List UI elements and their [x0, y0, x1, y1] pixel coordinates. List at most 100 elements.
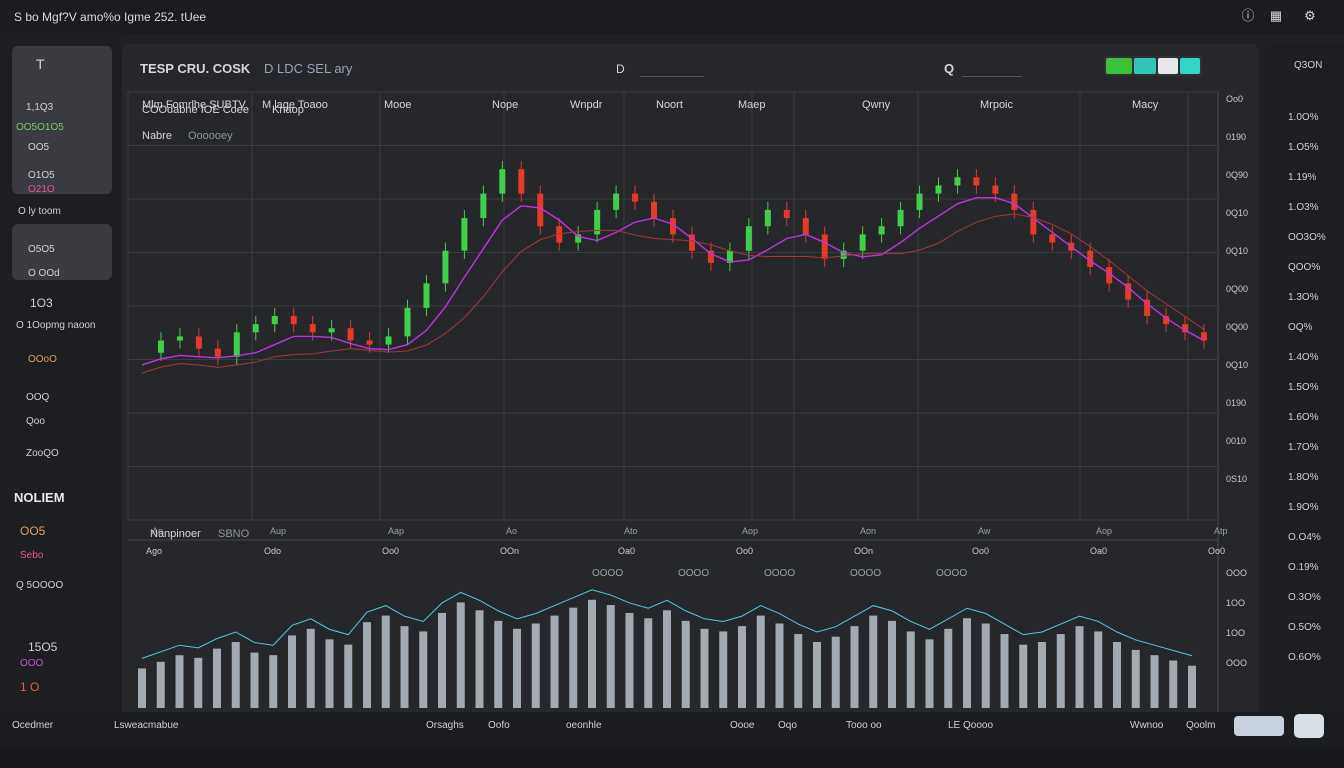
- right-list-item[interactable]: 1.19%: [1288, 172, 1316, 183]
- x-tick-label: Aap: [388, 526, 404, 536]
- right-list-item[interactable]: 1.O3%: [1288, 202, 1319, 213]
- right-list-item[interactable]: O.19%: [1288, 562, 1319, 573]
- list-item[interactable]: 15O5: [28, 640, 57, 654]
- column-header: Qwny: [862, 99, 891, 111]
- right-list-item[interactable]: 1.9O%: [1288, 502, 1319, 513]
- volume-bar: [1056, 634, 1065, 708]
- right-list-item[interactable]: O.O4%: [1288, 532, 1321, 543]
- candle-body: [821, 234, 828, 259]
- status-item: LE Qoooo: [948, 720, 994, 731]
- candle-body: [1011, 193, 1018, 210]
- right-list-item[interactable]: 1.5O%: [1288, 382, 1319, 393]
- indicator-label: Nanpinoer: [150, 528, 201, 540]
- right-list-item[interactable]: OQ%: [1288, 322, 1312, 333]
- y-tick-label: 0Q90: [1226, 170, 1248, 180]
- card-item: O OOd: [28, 268, 60, 279]
- toggle-cyan[interactable]: [1180, 58, 1200, 74]
- column-header: Noort: [656, 99, 683, 111]
- right-list-item[interactable]: O.3O%: [1288, 592, 1321, 603]
- list-item[interactable]: O 1Oopmg naoon: [16, 320, 96, 331]
- list-item[interactable]: ZooQO: [26, 448, 59, 459]
- volume-bar: [588, 599, 596, 708]
- candle-body: [783, 209, 790, 219]
- card-item: O21O: [28, 184, 55, 195]
- list-item[interactable]: 1 O: [20, 680, 39, 694]
- volume-bar: [775, 623, 784, 708]
- watchlist-card[interactable]: T 1,1Q3 OO5O1O5 OO5 O1O5 O21O: [12, 46, 112, 195]
- right-header: Q3ON: [1294, 60, 1323, 71]
- search-icon[interactable]: Q: [944, 61, 954, 76]
- volume-bar: [475, 610, 484, 708]
- price-chart[interactable]: Mlm Fomrlhe SUBTV M lage Toaoo Mooe Nope Wnp…: [122, 88, 1258, 744]
- right-list-item[interactable]: 1.4O%: [1288, 352, 1319, 363]
- status-item: Oofo: [488, 720, 510, 731]
- x-tick-label: Aop: [742, 526, 758, 536]
- candle-body: [651, 201, 658, 219]
- info-icon[interactable]: ⓘ: [1240, 8, 1256, 24]
- list-item[interactable]: Q 5OOOO: [16, 580, 63, 591]
- toolbar-toggles[interactable]: [1104, 56, 1202, 76]
- list-item[interactable]: OOQ: [26, 392, 49, 403]
- volume-bar: [888, 620, 896, 708]
- list-item[interactable]: OO5: [20, 524, 45, 538]
- status-item: Qoolm: [1186, 720, 1216, 731]
- toggle-white[interactable]: [1158, 58, 1178, 74]
- candle-body: [992, 185, 999, 194]
- status-label: Lsweacmabue: [114, 720, 179, 731]
- candle-body: [613, 193, 620, 210]
- volume-bar: [1000, 634, 1009, 708]
- volume-bar: [869, 615, 878, 708]
- right-list-item[interactable]: 1.8O%: [1288, 472, 1319, 483]
- section-title: NOLIEM: [14, 490, 65, 505]
- candle-body: [252, 324, 259, 333]
- chart-grid: [127, 91, 1219, 729]
- candle-body: [745, 226, 752, 251]
- search-input[interactable]: [962, 56, 1022, 77]
- candle-body: [176, 336, 183, 341]
- candle-body: [385, 336, 392, 345]
- candle-body: [935, 185, 942, 194]
- right-list-item[interactable]: OO3O%: [1288, 232, 1326, 243]
- sidebar-label: O ly toom: [18, 206, 61, 217]
- list-item[interactable]: Qoo: [26, 416, 45, 427]
- right-list-item[interactable]: O.5O%: [1288, 622, 1321, 633]
- list-item[interactable]: 1O3: [30, 296, 53, 310]
- right-list-item[interactable]: 1.6O%: [1288, 412, 1319, 423]
- right-list-item[interactable]: 1.7O%: [1288, 442, 1319, 453]
- volume-bar: [213, 648, 221, 708]
- list-item[interactable]: OOO: [20, 658, 43, 669]
- volume-bar: [944, 628, 953, 708]
- candle-body: [802, 218, 809, 235]
- y-tick-label: 0190: [1226, 132, 1246, 142]
- volume-bar: [513, 628, 521, 708]
- chat-button[interactable]: [1234, 716, 1284, 736]
- volume-bar: [344, 644, 353, 708]
- symbol-subtitle: D LDC SEL ary: [264, 61, 353, 76]
- summary-card[interactable]: O5O5 O OOd: [12, 224, 112, 280]
- toggle-teal[interactable]: [1134, 58, 1156, 74]
- y-axis: Oo0 0190 0Q90 0Q10 0Q10 0Q00 0Q00 0Q10 0190 0010 0…: [1226, 94, 1248, 484]
- message-icon[interactable]: [1294, 714, 1324, 738]
- symbol-title: TESP CRU. COSK: [140, 61, 251, 76]
- layout-icon[interactable]: ▦: [1268, 8, 1284, 24]
- list-item[interactable]: OOoO: [28, 354, 57, 365]
- candle-body: [897, 209, 904, 227]
- date-input[interactable]: [640, 56, 704, 77]
- volume-bar: [1131, 649, 1140, 708]
- settings-icon[interactable]: ⚙: [1302, 8, 1318, 24]
- list-item[interactable]: Sebo: [20, 550, 43, 561]
- x-tick-label: Ao: [506, 526, 517, 536]
- volume-bar: [456, 602, 465, 708]
- right-list-item[interactable]: 1.O5%: [1288, 142, 1319, 153]
- volume-bar: [1075, 626, 1084, 708]
- toggle-green[interactable]: [1106, 58, 1132, 74]
- right-list-item[interactable]: O.6O%: [1288, 652, 1321, 663]
- right-list-item[interactable]: 1.0O%: [1288, 112, 1319, 123]
- indicator-legend-item: OOOO: [936, 568, 967, 579]
- right-list-item[interactable]: QOO%: [1288, 262, 1320, 273]
- volume-bar: [663, 610, 671, 708]
- volume-bar: [175, 655, 184, 708]
- right-list-item[interactable]: 1.3O%: [1288, 292, 1319, 303]
- y-tick-label: Oo0: [1226, 94, 1243, 104]
- moving-averages: [141, 196, 1205, 374]
